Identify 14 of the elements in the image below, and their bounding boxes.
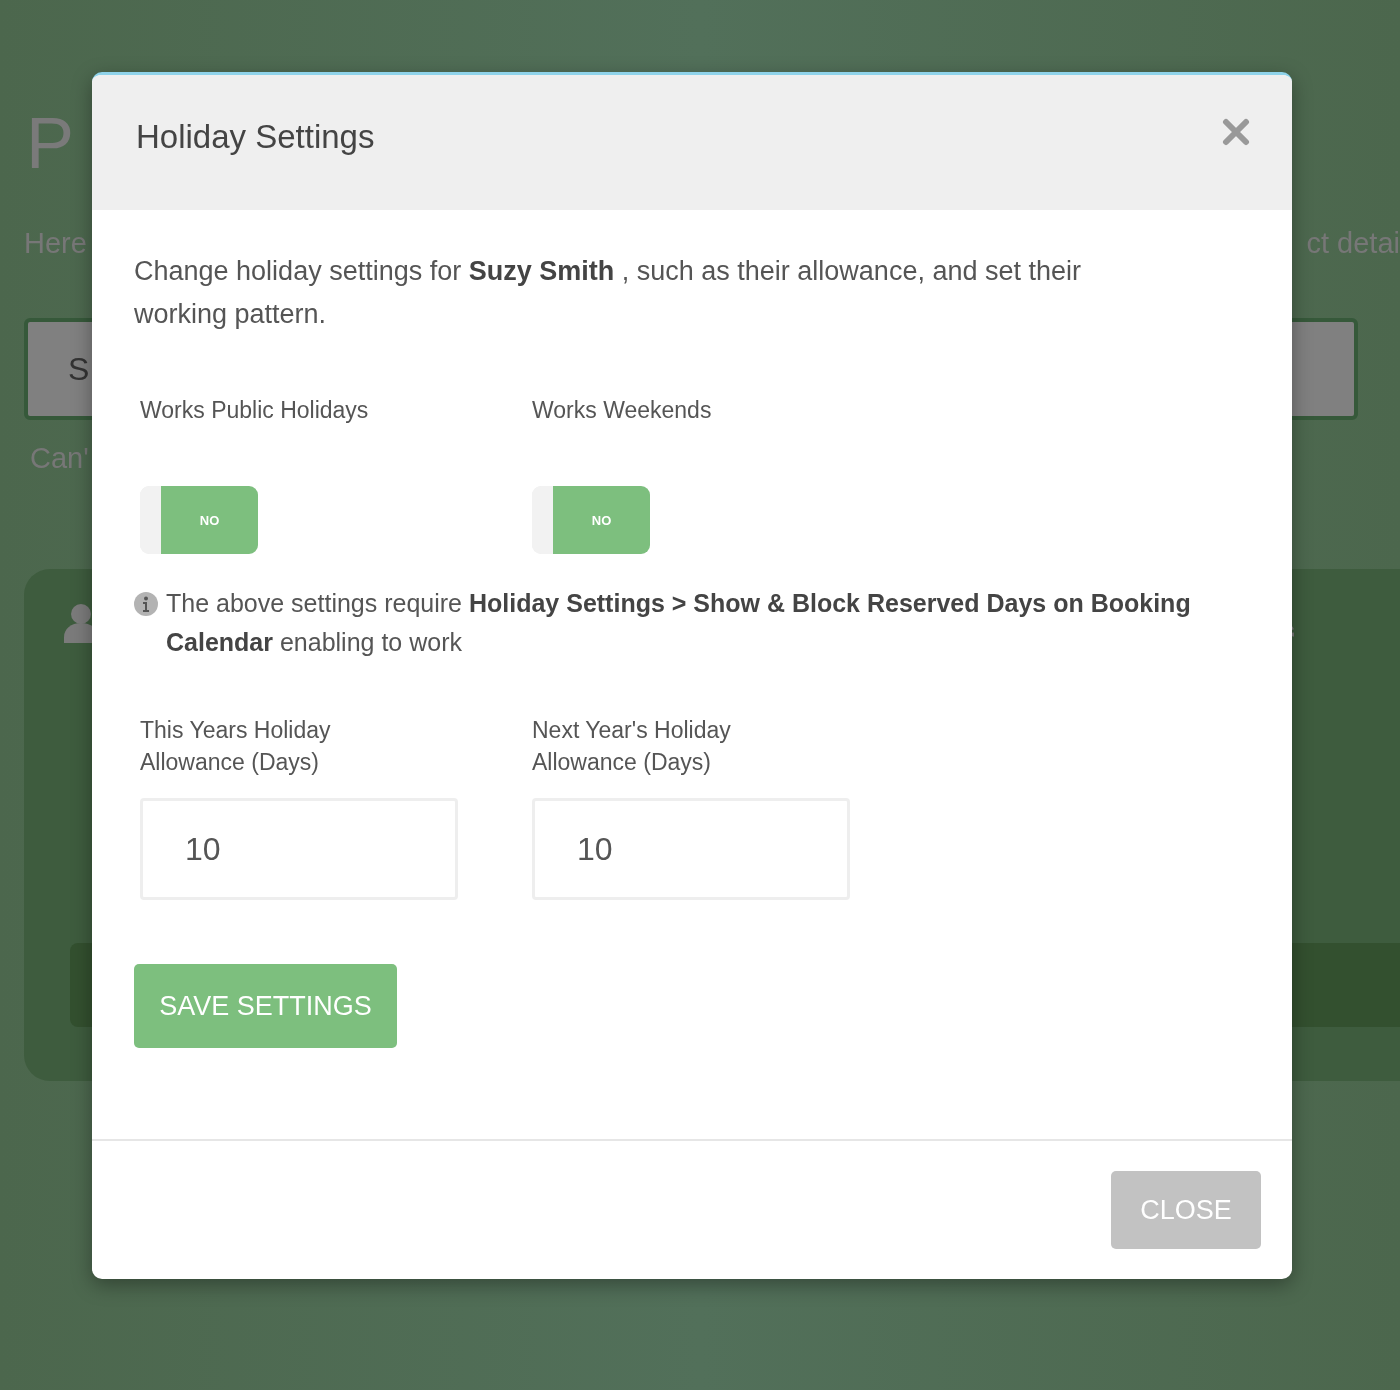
description-text: Change holiday settings for Suzy Smith , such as their allowance, and set their working pattern. bbox=[134, 255, 1082, 331]
field-label: Next Year's Holiday Allowance (Days) bbox=[532, 716, 732, 777]
allowance-input[interactable]: 10 bbox=[140, 798, 458, 900]
search-value: S bbox=[68, 350, 90, 388]
close-button[interactable]: CLOSE bbox=[1111, 1171, 1261, 1249]
close-icon[interactable] bbox=[1222, 117, 1250, 146]
info-icon bbox=[134, 592, 158, 616]
save-button[interactable]: SAVE SETTINGS bbox=[134, 964, 397, 1048]
allowance-input[interactable]: 10 bbox=[532, 798, 850, 900]
note-text: The above settings require Holiday Settings > Show & Block Reserved Days on Booking Calendar enabling to work bbox=[166, 588, 1192, 658]
dialog-title: Holiday Settings bbox=[136, 117, 375, 156]
field-label: This Years Holiday Allowance (Days) bbox=[140, 716, 332, 777]
toggle-label: Works Weekends bbox=[532, 396, 712, 424]
toggle-label: Works Public Holidays bbox=[140, 396, 369, 424]
